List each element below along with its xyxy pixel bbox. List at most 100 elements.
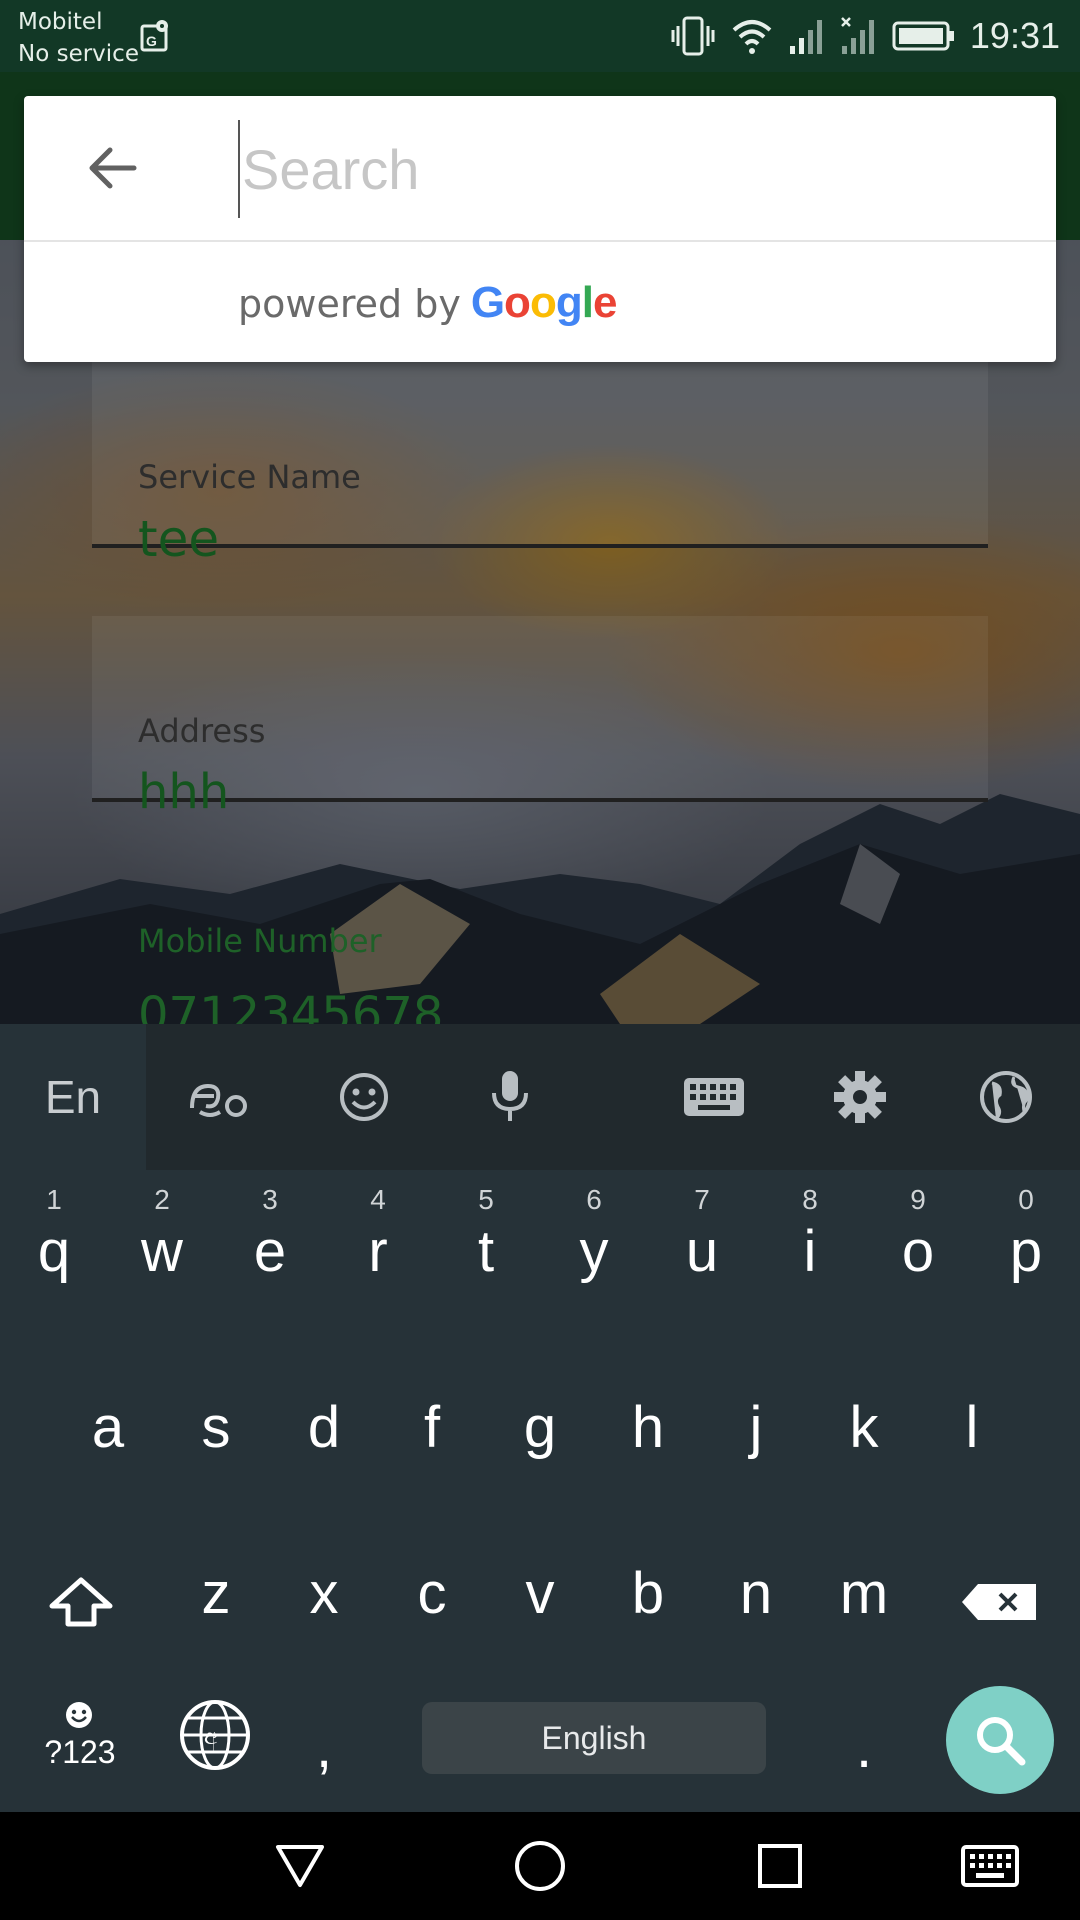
key-label: m [839, 1561, 889, 1626]
signal-icon-1 [789, 20, 822, 54]
emoji-icon[interactable] [304, 1024, 424, 1170]
key-h[interactable]: h [594, 1394, 702, 1514]
smiley-icon [66, 1702, 92, 1728]
battery-icon [892, 21, 954, 51]
key-label: h [631, 1395, 665, 1460]
key-hint: 6 [586, 1184, 602, 1215]
key-l[interactable]: l [918, 1394, 1026, 1514]
key-label: y [579, 1219, 609, 1284]
key-x[interactable]: x [270, 1560, 378, 1680]
key-label: z [201, 1561, 231, 1626]
google-letter: l [581, 278, 594, 327]
key-label: q [37, 1219, 71, 1284]
key-u[interactable]: 7u [648, 1184, 756, 1344]
key-label: k [849, 1395, 879, 1460]
google-logo: Google [471, 278, 618, 328]
clock: 19:31 [969, 15, 1060, 56]
settings-gear-icon[interactable] [800, 1024, 920, 1170]
recents-square-icon [758, 1844, 802, 1888]
nav-home-button[interactable] [500, 1832, 580, 1900]
back-triangle-icon [276, 1845, 324, 1887]
language-toggle[interactable]: En [0, 1024, 146, 1170]
key-y[interactable]: 6y [540, 1184, 648, 1344]
mobile-number-value[interactable]: 0712345678 [138, 987, 443, 1024]
mobile-number-label: Mobile Number [138, 922, 382, 960]
nav-keyboard-button[interactable] [950, 1832, 1030, 1900]
google-letter: o [529, 278, 557, 327]
key-n[interactable]: n [702, 1560, 810, 1680]
key-label: x [309, 1561, 339, 1626]
svg-text:G: G [146, 33, 157, 49]
key-f[interactable]: f [378, 1394, 486, 1514]
google-letter: e [592, 278, 618, 327]
powered-by-text: powered by [238, 282, 461, 326]
key-label: j [749, 1395, 763, 1460]
service-name-label: Service Name [138, 458, 361, 496]
address-field[interactable]: Address hhh [92, 616, 988, 820]
service-status: No service [18, 41, 139, 67]
search-icon [977, 1717, 1026, 1766]
key-o[interactable]: 9o [864, 1184, 972, 1344]
symbols-key[interactable]: ?123 [26, 1700, 134, 1800]
key-p[interactable]: 0p [972, 1184, 1080, 1344]
key-d[interactable]: d [270, 1394, 378, 1514]
place-search-card: powered by Google [24, 96, 1056, 362]
sinhala-script-icon[interactable] [158, 1024, 278, 1170]
key-label: r [368, 1219, 388, 1284]
key-label: l [965, 1395, 979, 1460]
key-s[interactable]: s [162, 1394, 270, 1514]
key-hint: 3 [262, 1184, 278, 1215]
key-label: u [685, 1219, 719, 1284]
key-k[interactable]: k [810, 1394, 918, 1514]
key-hint: 4 [370, 1184, 386, 1215]
comma-key[interactable]: , [270, 1714, 378, 1784]
shift-key[interactable] [26, 1562, 134, 1642]
search-action-key[interactable] [946, 1686, 1054, 1794]
powered-by-google: powered by Google [238, 278, 618, 328]
keyboard-layout-icon[interactable] [654, 1024, 774, 1170]
carrier-name: Mobitel [18, 9, 103, 35]
signal-icon-2 [841, 17, 874, 54]
location-map-icon: G [140, 20, 168, 52]
backspace-key[interactable] [952, 1562, 1060, 1642]
space-bar[interactable]: English [422, 1702, 766, 1774]
globe-icon[interactable] [946, 1024, 1066, 1170]
key-g[interactable]: g [486, 1394, 594, 1514]
key-c[interactable]: c [378, 1560, 486, 1680]
search-input[interactable] [238, 120, 1024, 218]
key-a[interactable]: a [54, 1394, 162, 1514]
navigation-bar [0, 1812, 1080, 1920]
svg-text:අ: අ [204, 1724, 218, 1751]
key-label: c [417, 1561, 447, 1626]
microphone-icon[interactable] [450, 1024, 570, 1170]
key-label: t [477, 1219, 495, 1284]
key-t[interactable]: 5t [432, 1184, 540, 1344]
key-e[interactable]: 3e [216, 1184, 324, 1344]
key-q[interactable]: 1q [0, 1184, 108, 1344]
key-z[interactable]: z [162, 1560, 270, 1680]
status-bar: Mobitel No service G 19:31 [0, 0, 1080, 72]
key-b[interactable]: b [594, 1560, 702, 1680]
key-label: w [141, 1219, 183, 1284]
language-globe-key[interactable]: අ [162, 1698, 270, 1788]
comma-label: , [315, 1715, 333, 1780]
key-j[interactable]: j [702, 1394, 810, 1514]
key-r[interactable]: 4r [324, 1184, 432, 1344]
service-name-field[interactable]: Service Name tee [92, 362, 988, 568]
google-letter: g [555, 278, 583, 327]
key-label: e [253, 1219, 287, 1284]
key-label: f [423, 1395, 441, 1460]
key-v[interactable]: v [486, 1560, 594, 1680]
nav-recents-button[interactable] [740, 1832, 820, 1900]
vibrate-icon [671, 16, 715, 56]
key-w[interactable]: 2w [108, 1184, 216, 1344]
home-circle-icon [515, 1841, 565, 1891]
key-m[interactable]: m [810, 1560, 918, 1680]
key-label: o [901, 1219, 935, 1284]
nav-back-button[interactable] [260, 1832, 340, 1900]
key-i[interactable]: 8i [756, 1184, 864, 1344]
period-key[interactable]: . [810, 1714, 918, 1784]
soft-keyboard: En 1q2w3e4r5t6y7u8i9o0p asdfghjkl zxcvbn… [0, 1024, 1080, 1812]
key-hint: 0 [1018, 1184, 1034, 1215]
back-arrow-icon[interactable] [80, 136, 144, 200]
